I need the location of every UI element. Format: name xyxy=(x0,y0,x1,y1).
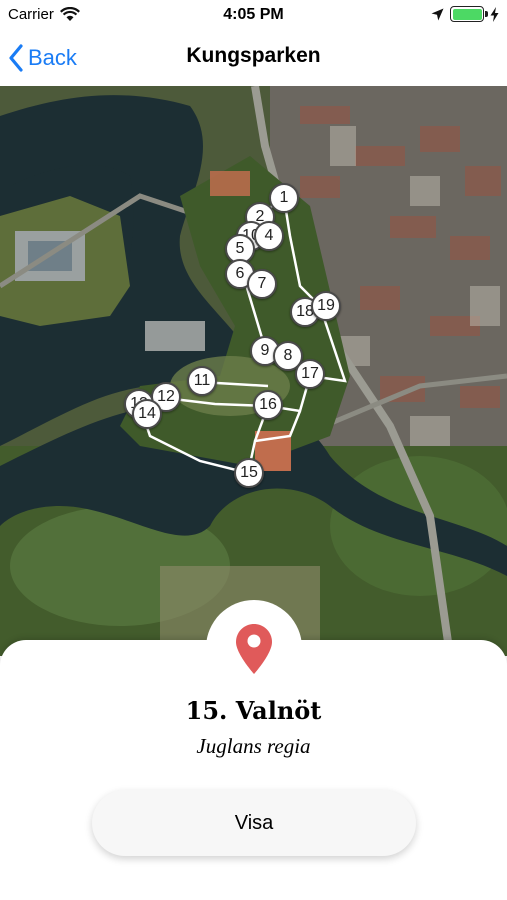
tree-title: 15. Valnöt xyxy=(185,696,322,725)
map-pin-icon xyxy=(236,624,272,674)
battery-cap xyxy=(485,11,488,17)
tree-latin-name: Juglans regia xyxy=(196,734,311,758)
battery-fill xyxy=(452,8,482,20)
map-marker[interactable]: 19 xyxy=(311,291,341,321)
location-arrow-icon xyxy=(431,8,444,20)
charging-bolt-icon xyxy=(490,6,499,22)
battery-icon xyxy=(450,6,488,22)
map-marker[interactable]: 4 xyxy=(254,221,284,251)
navigation-bar: Back Kungsparken xyxy=(0,30,507,86)
map-view[interactable]: 1 2 10 4 5 6 7 18 19 9 8 17 11 12 13 14 … xyxy=(0,86,507,656)
visa-button[interactable]: Visa xyxy=(92,790,416,856)
map-marker[interactable]: 7 xyxy=(247,269,277,299)
pin-bubble xyxy=(206,600,302,696)
satellite-map-image xyxy=(0,86,507,656)
map-marker[interactable]: 16 xyxy=(253,390,283,420)
status-bar: Carrier 4:05 PM xyxy=(0,0,507,30)
page-title: Kungsparken xyxy=(186,44,321,67)
map-marker[interactable]: 15 xyxy=(234,458,264,488)
map-marker[interactable]: 11 xyxy=(187,366,217,396)
map-marker[interactable]: 14 xyxy=(132,399,162,429)
map-marker[interactable]: 17 xyxy=(295,359,325,389)
status-right xyxy=(431,6,499,22)
map-marker[interactable]: 1 xyxy=(269,183,299,213)
